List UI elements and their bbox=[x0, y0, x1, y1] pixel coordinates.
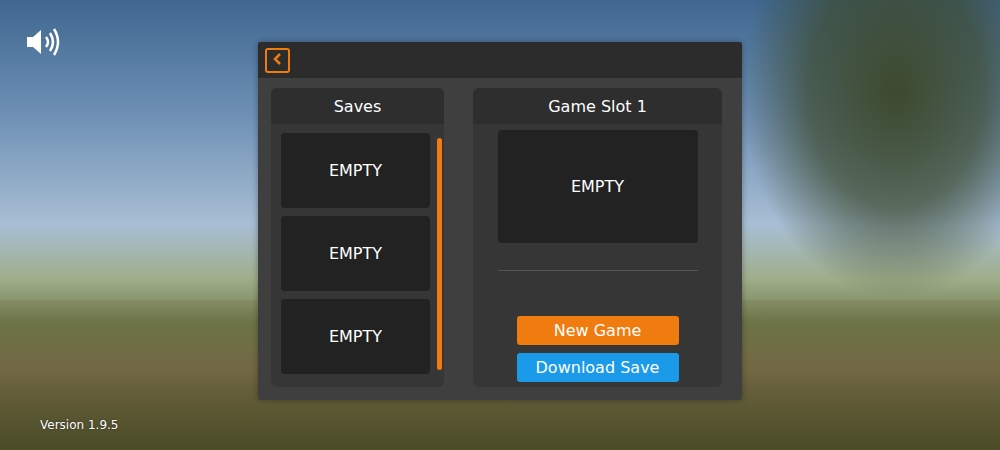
slot-title: Game Slot 1 bbox=[473, 88, 722, 124]
speaker-icon[interactable] bbox=[24, 26, 60, 58]
back-button[interactable] bbox=[265, 48, 290, 73]
dialog-header bbox=[258, 42, 742, 78]
scrollbar[interactable] bbox=[437, 138, 442, 370]
version-label: Version 1.9.5 bbox=[40, 418, 118, 432]
saves-list: EMPTY EMPTY EMPTY bbox=[271, 124, 444, 387]
slot-preview: EMPTY bbox=[498, 130, 698, 243]
new-game-button[interactable]: New Game bbox=[517, 316, 679, 345]
download-save-button[interactable]: Download Save bbox=[517, 353, 679, 382]
action-buttons: New Game Download Save bbox=[473, 316, 722, 387]
save-slot[interactable]: EMPTY bbox=[281, 216, 430, 291]
back-arrow-icon bbox=[272, 51, 284, 70]
divider bbox=[498, 270, 698, 271]
saves-panel: Saves EMPTY EMPTY EMPTY bbox=[271, 88, 444, 387]
save-slot[interactable]: EMPTY bbox=[281, 299, 430, 374]
background-trees bbox=[740, 0, 1000, 300]
slot-detail-panel: Game Slot 1 EMPTY New Game Download Save bbox=[473, 88, 722, 387]
scrollbar-thumb[interactable] bbox=[437, 138, 442, 370]
save-dialog: Saves EMPTY EMPTY EMPTY Game Slot 1 EMPTY New … bbox=[258, 42, 742, 400]
dialog-body: Saves EMPTY EMPTY EMPTY Game Slot 1 EMPTY New … bbox=[258, 78, 742, 400]
save-slot[interactable]: EMPTY bbox=[281, 133, 430, 208]
saves-title: Saves bbox=[271, 88, 444, 124]
save-slots: EMPTY EMPTY EMPTY bbox=[281, 133, 430, 387]
